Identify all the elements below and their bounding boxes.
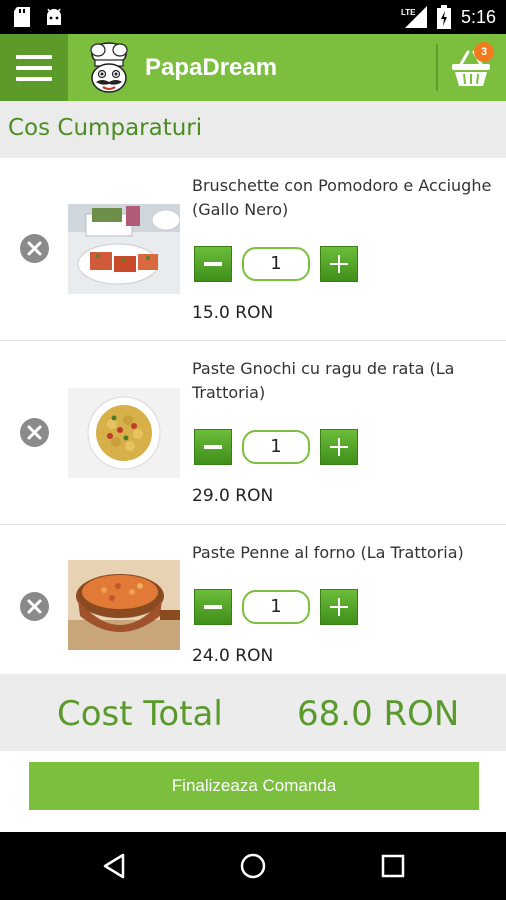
cart-count-badge: 3 bbox=[474, 42, 494, 62]
plus-icon bbox=[330, 438, 348, 456]
remove-item-button[interactable] bbox=[20, 418, 49, 447]
recents-icon bbox=[381, 854, 405, 878]
status-right-icons: LTE 5:16 bbox=[401, 0, 496, 34]
quantity-field[interactable]: 1 bbox=[242, 247, 310, 281]
status-bar: LTE 5:16 bbox=[0, 0, 506, 34]
cart-item: Paste Gnochi cu ragu de rata (La Trattor… bbox=[0, 341, 506, 525]
item-thumbnail bbox=[68, 560, 180, 650]
increase-quantity-button[interactable] bbox=[320, 589, 358, 625]
nav-back-button[interactable] bbox=[92, 846, 136, 886]
decrease-quantity-button[interactable] bbox=[194, 429, 232, 465]
sd-card-icon bbox=[14, 7, 30, 27]
item-price: 15.0 RON bbox=[192, 303, 274, 323]
back-icon bbox=[103, 853, 125, 879]
checkout-button[interactable]: Finalizeaza Comanda bbox=[29, 762, 479, 810]
system-nav-bar bbox=[0, 832, 506, 900]
close-icon bbox=[27, 241, 42, 256]
item-name: Bruschette con Pomodoro e Acciughe (Gall… bbox=[192, 176, 492, 219]
cart-item: Bruschette con Pomodoro e Acciughe (Gall… bbox=[0, 158, 506, 341]
menu-button[interactable] bbox=[0, 34, 68, 101]
increase-quantity-button[interactable] bbox=[320, 246, 358, 282]
quantity-field[interactable]: 1 bbox=[242, 590, 310, 624]
minus-icon bbox=[204, 605, 222, 609]
signal-icon: LTE bbox=[401, 6, 427, 28]
app-bar: PapaDream 3 bbox=[0, 34, 506, 101]
cart-item: Paste Penne al forno (La Trattoria) 1 24… bbox=[0, 525, 506, 674]
menu-icon bbox=[16, 54, 52, 59]
increase-quantity-button[interactable] bbox=[320, 429, 358, 465]
nav-home-button[interactable] bbox=[231, 846, 275, 886]
remove-item-button[interactable] bbox=[20, 592, 49, 621]
quantity-field[interactable]: 1 bbox=[242, 430, 310, 464]
app-title: PapaDream bbox=[145, 54, 278, 81]
close-icon bbox=[27, 599, 42, 614]
total-label: Cost Total bbox=[57, 694, 223, 734]
battery-charging-icon bbox=[436, 5, 451, 29]
plus-icon bbox=[330, 598, 348, 616]
item-price: 29.0 RON bbox=[192, 486, 274, 506]
status-time: 5:16 bbox=[460, 6, 496, 27]
network-label: LTE bbox=[401, 8, 416, 17]
item-thumbnail bbox=[68, 204, 180, 294]
item-thumbnail bbox=[68, 388, 180, 478]
android-icon bbox=[47, 8, 61, 25]
plus-icon bbox=[330, 255, 348, 273]
home-icon bbox=[240, 853, 266, 879]
status-left-icons bbox=[14, 7, 64, 27]
cart-button[interactable]: 3 bbox=[446, 42, 502, 92]
page-header: Cos Cumparaturi bbox=[0, 101, 506, 158]
page-title: Cos Cumparaturi bbox=[8, 115, 203, 141]
item-name: Paste Penne al forno (La Trattoria) bbox=[192, 543, 464, 562]
decrease-quantity-button[interactable] bbox=[194, 246, 232, 282]
minus-icon bbox=[204, 262, 222, 266]
minus-icon bbox=[204, 445, 222, 449]
app-bar-divider bbox=[436, 44, 438, 91]
total-value: 68.0 RON bbox=[297, 694, 460, 734]
chef-logo bbox=[90, 42, 128, 93]
remove-item-button[interactable] bbox=[20, 234, 49, 263]
item-name: Paste Gnochi cu ragu de rata (La Trattor… bbox=[192, 359, 455, 402]
total-bar: Cost Total 68.0 RON bbox=[0, 674, 506, 751]
decrease-quantity-button[interactable] bbox=[194, 589, 232, 625]
close-icon bbox=[27, 425, 42, 440]
item-price: 24.0 RON bbox=[192, 646, 274, 666]
checkout-area: Finalizeaza Comanda bbox=[0, 751, 506, 832]
nav-recents-button[interactable] bbox=[371, 846, 415, 886]
